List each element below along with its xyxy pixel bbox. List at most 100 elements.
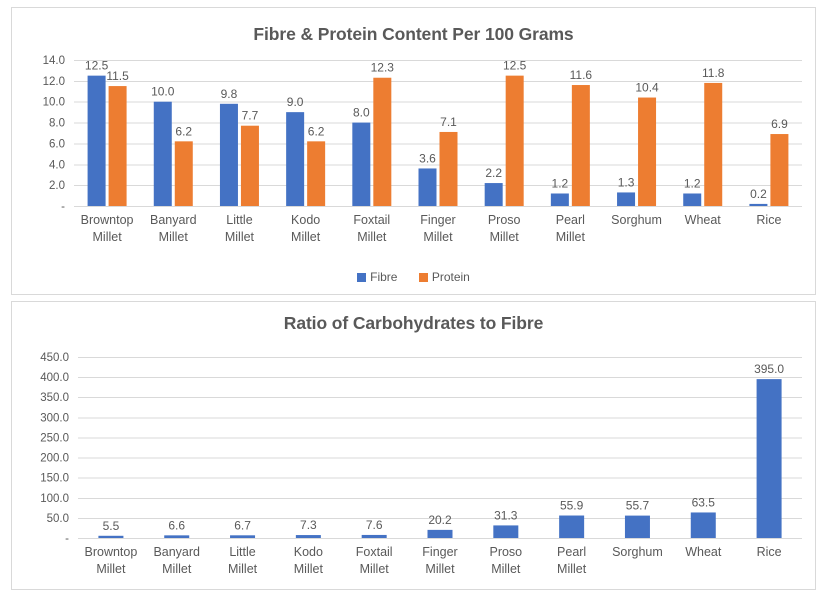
y-axis-tick-label: 50.0 [47,513,69,525]
bar-ratio-7[interactable] [559,515,585,538]
y-axis-tick-label: 300.0 [40,412,69,424]
y-axis-tick-label: 450.0 [40,352,69,364]
bar-fibre-0[interactable] [87,75,106,206]
y-axis-tick-label: 2.0 [49,180,65,192]
bar-data-label: 12.5 [503,59,527,73]
bar-data-label: 6.7 [234,518,251,532]
y-axis-tick-label: 400.0 [40,372,69,384]
bar-data-label: 0.2 [750,187,767,201]
bar-fibre-2[interactable] [219,103,238,206]
fibre-protein-chart[interactable]: Fibre & Protein Content Per 100 Grams 14… [11,7,816,295]
bar-ratio-1[interactable] [164,535,190,538]
bar-data-label: 7.7 [242,109,259,123]
y-axis-tick-label: 6.0 [49,138,65,150]
bar-protein-7[interactable] [571,85,590,206]
charts-page: Fibre & Protein Content Per 100 Grams 14… [0,0,830,607]
bar-data-label: 7.1 [440,115,457,129]
bar-data-label: 9.8 [221,87,238,101]
bar-ratio-8[interactable] [624,515,650,538]
bar-fibre-10[interactable] [749,203,768,206]
bar-data-label: 11.6 [570,68,593,82]
x-axis-category-label: Millet [357,230,387,244]
x-axis-category-label: Banyard [150,213,197,227]
bar-fibre-3[interactable] [286,112,305,206]
x-axis-category-label: Browntop [81,213,134,227]
x-axis-category-label: Kodo [291,213,320,227]
x-axis-category-label: Millet [291,230,321,244]
bar-protein-8[interactable] [638,97,657,206]
bar-data-label: 6.6 [168,518,185,532]
x-axis-category-label: Foxtail [356,545,393,559]
legend-item-protein[interactable]: Protein [418,269,470,284]
carb-fibre-ratio-chart[interactable]: Ratio of Carbohydrates to Fibre 450.0 400… [11,301,816,590]
x-axis-category-label: Millet [360,562,390,576]
x-axis-category-label: Millet [162,562,192,576]
x-axis-category-label: Rice [756,213,781,227]
x-axis-category-label: Browntop [85,545,138,559]
bar-protein-1[interactable] [174,141,193,206]
y-axis-tick-label: 8.0 [49,118,65,130]
bar-ratio-3[interactable] [295,535,321,538]
y-axis-tick-label: - [61,201,65,213]
bar-protein-2[interactable] [240,125,259,206]
legend-item-fibre[interactable]: Fibre [357,270,397,284]
bar-ratio-9[interactable] [690,512,716,538]
bar-fibre-6[interactable] [484,183,503,206]
bar-protein-0[interactable] [108,86,127,206]
x-axis-category-label: Millet [93,230,123,244]
bar-ratio-5[interactable] [427,529,453,538]
bar-protein-3[interactable] [307,141,326,206]
bar-fibre-9[interactable] [683,193,702,206]
bar-data-label: 6.2 [175,124,192,138]
y-axis-tick-label: 4.0 [49,159,65,171]
chart-legend: Fibre Protein [12,269,815,284]
x-axis-category-label: Millet [96,562,126,576]
bar-protein-5[interactable] [439,131,458,206]
bar-data-label: 9.0 [287,95,304,109]
legend-label-protein: Protein [431,269,470,284]
bar-data-label: 31.3 [494,508,518,522]
x-axis-category-label: Wheat [685,213,722,227]
bar-protein-9[interactable] [704,82,723,206]
bar-data-label: 8.0 [353,106,370,120]
x-axis-category-label: Little [226,213,252,227]
fibre-protein-plot: 14.0 12.0 10.0 8.0 6.0 4.0 2.0 - Browntop Millet 1… [12,8,815,294]
bar-fibre-5[interactable] [418,168,437,206]
bar-fibre-7[interactable] [550,193,569,206]
bar-fibre-8[interactable] [617,192,636,206]
legend-swatch-fibre [357,272,367,282]
bar-protein-10[interactable] [770,134,789,206]
bar-ratio-0[interactable] [98,535,124,538]
bar-data-label: 395.0 [754,362,784,376]
x-axis-category-label: Little [229,545,255,559]
x-axis-category-label: Wheat [685,545,722,559]
legend-swatch-protein [418,272,428,282]
x-axis-category-label: Millet [225,230,255,244]
x-axis-category-label: Pearl [557,545,586,559]
bar-ratio-2[interactable] [230,535,256,538]
bar-protein-6[interactable] [505,75,524,206]
bar-data-label: 10.4 [635,81,659,95]
x-axis-category-label: Millet [159,230,189,244]
carb-fibre-ratio-plot: 450.0 400.0 350.0 300.0 250.0 200.0 150.0 100.0… [12,302,815,589]
bar-ratio-10[interactable] [756,379,782,538]
bar-fibre-4[interactable] [352,122,371,206]
x-axis-category-label: Millet [556,230,586,244]
x-axis-category-label: Proso [489,545,522,559]
bar-data-label: 55.7 [626,499,650,513]
bar-data-label: 6.2 [308,124,325,138]
bar-data-label: 63.5 [692,495,716,509]
bar-fibre-1[interactable] [153,101,172,206]
y-axis-tick-label: - [65,533,69,545]
bar-data-label: 1.3 [618,175,635,189]
bar-ratio-6[interactable] [493,525,519,538]
x-axis-category-label: Finger [422,545,457,559]
x-axis-category-label: Rice [757,545,782,559]
x-axis-category-label: Millet [423,230,453,244]
x-axis-category-label: Banyard [153,545,200,559]
x-axis-category-label: Pearl [556,213,585,227]
x-axis-category-label: Sorghum [611,213,662,227]
bar-protein-4[interactable] [373,77,392,206]
bar-ratio-4[interactable] [361,534,387,538]
x-axis-category-label: Kodo [294,545,323,559]
